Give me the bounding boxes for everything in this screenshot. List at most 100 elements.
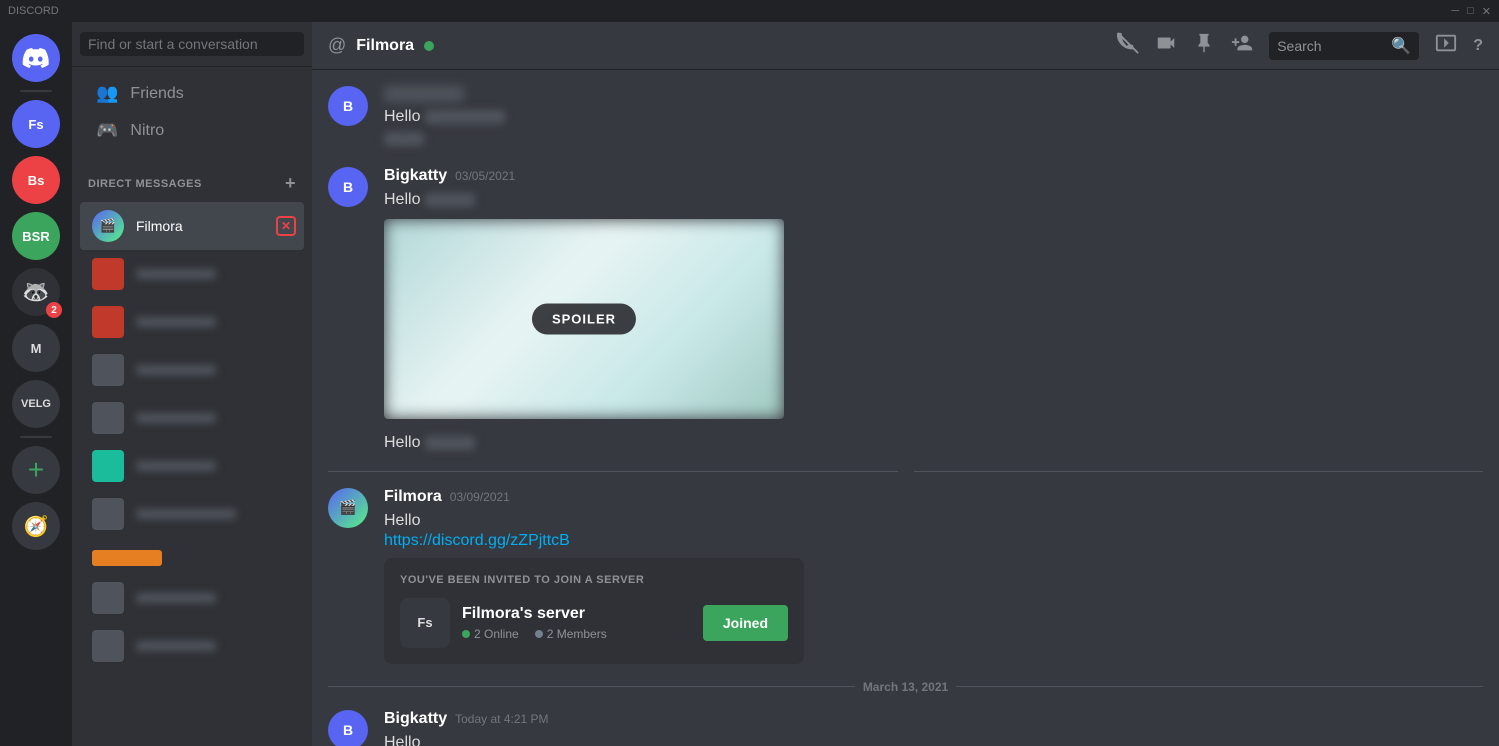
message-author-filmora: Filmora	[384, 488, 442, 506]
dm-item-blurred-8[interactable]	[80, 574, 304, 622]
dm-list: 🎬 Filmora ✕	[72, 198, 312, 746]
spoiler-container[interactable]: SPOILER	[384, 219, 784, 419]
dm-name-blurred-2	[136, 317, 216, 327]
dm-color-blurred-7	[92, 550, 162, 566]
dm-name-blurred-4	[136, 413, 216, 423]
invite-card: YOU'VE BEEN INVITED TO JOIN A SERVER Fs …	[384, 558, 804, 664]
video-icon[interactable]	[1155, 32, 1177, 59]
dm-avatar-blurred-4	[92, 402, 124, 434]
close-button[interactable]: ✕	[1482, 5, 1491, 18]
server-separator	[20, 90, 52, 92]
blurred-text-bigkatty	[425, 193, 475, 207]
nitro-nav-item[interactable]: 🎮 Nitro	[80, 112, 304, 149]
add-server-button[interactable]: +	[12, 446, 60, 494]
dm-name-blurred-1	[136, 269, 216, 279]
app-title: DISCORD	[8, 5, 59, 17]
dm-item-blurred-9[interactable]	[80, 622, 304, 670]
chat-messages: B Hello B	[312, 70, 1499, 746]
message-content-filmora: Filmora 03/09/2021 Hello https://discord…	[384, 488, 1483, 664]
divider-line-right	[914, 471, 1484, 472]
dm-nav: 👥 Friends 🎮 Nitro	[72, 67, 312, 157]
dm-section-header: DIRECT MESSAGES +	[72, 157, 312, 198]
home-button[interactable]	[12, 34, 60, 82]
dm-item-filmora[interactable]: 🎬 Filmora ✕	[80, 202, 304, 250]
search-icon: 🔍	[1391, 36, 1411, 56]
pinned-icon[interactable]	[1193, 32, 1215, 59]
dm-avatar-blurred-5	[92, 450, 124, 482]
message-text-after-spoiler: Hello	[384, 432, 1483, 454]
friends-label: Friends	[130, 85, 183, 103]
title-bar: DISCORD ─ □ ✕	[0, 0, 1499, 22]
dm-item-blurred-4[interactable]	[80, 394, 304, 442]
server-bsr[interactable]: BSR	[12, 212, 60, 260]
dm-item-blurred-2[interactable]	[80, 298, 304, 346]
message-row-bigkatty: B Bigkatty 03/05/2021 Hello SPOILER	[328, 167, 1483, 455]
nitro-icon: 🎮	[96, 120, 118, 141]
server-m[interactable]: M	[12, 324, 60, 372]
notification-badge: 2	[46, 302, 62, 318]
friends-nav-item[interactable]: 👥 Friends	[80, 75, 304, 112]
joined-button[interactable]: Joined	[703, 605, 788, 641]
message-timestamp-bigkatty-2: Today at 4:21 PM	[455, 712, 548, 726]
server-velg[interactable]: VELG	[12, 380, 60, 428]
invite-label: YOU'VE BEEN INVITED TO JOIN A SERVER	[400, 574, 788, 586]
dm-avatar-filmora: 🎬	[92, 210, 124, 242]
channel-name: Filmora	[356, 37, 414, 55]
dm-name-filmora: Filmora	[136, 218, 264, 234]
help-icon[interactable]: ?	[1473, 37, 1483, 55]
online-status-dot	[424, 41, 434, 51]
message-search-bar: 🔍	[1269, 32, 1419, 60]
message-row-filmora: 🎬 Filmora 03/09/2021 Hello https://disco…	[328, 488, 1483, 664]
date-divider-march9	[328, 471, 1483, 472]
invite-stats: 2 Online 2 Members	[462, 627, 691, 641]
dm-item-blurred-1[interactable]	[80, 250, 304, 298]
dm-sidebar: 👥 Friends 🎮 Nitro DIRECT MESSAGES + 🎬 Fi…	[72, 22, 312, 746]
message-content: Hello	[384, 86, 1483, 151]
message-text-bigkatty-2: Hello	[384, 732, 1483, 746]
message-header	[384, 86, 1483, 102]
dm-avatar-blurred-1	[92, 258, 124, 290]
dm-close-filmora[interactable]: ✕	[276, 216, 296, 236]
chat-header-right: 🔍 ?	[1117, 32, 1483, 60]
message-avatar-bigkatty-2: B	[328, 710, 368, 746]
spoiler-button[interactable]: SPOILER	[532, 304, 636, 335]
invite-link[interactable]: https://discord.gg/zZPjttcB	[384, 532, 570, 549]
message-author-bigkatty-2: Bigkatty	[384, 710, 447, 728]
online-dot	[462, 630, 470, 638]
dm-name-blurred-3	[136, 365, 216, 375]
message-text-bigkatty: Hello	[384, 189, 1483, 211]
dm-item-blurred-5[interactable]	[80, 442, 304, 490]
minimize-button[interactable]: ─	[1451, 5, 1459, 18]
explore-button[interactable]: 🧭	[12, 502, 60, 550]
maximize-button[interactable]: □	[1467, 5, 1474, 18]
dm-section-title: DIRECT MESSAGES	[88, 178, 202, 190]
blurred-text-2	[384, 132, 424, 146]
message-header-filmora: Filmora 03/09/2021	[384, 488, 1483, 506]
screen-share-icon[interactable]	[1435, 32, 1457, 59]
message-text: Hello	[384, 106, 1483, 128]
server-sidebar: Fs Bs BSR 🦝 2 M VELG + 🧭	[0, 22, 72, 746]
dm-search-input[interactable]	[80, 32, 304, 56]
dm-avatar-blurred-3	[92, 354, 124, 386]
add-dm-button[interactable]: +	[285, 173, 296, 194]
server-animal-wrapper: 🦝 2	[12, 268, 60, 316]
divider-line-right-2	[956, 686, 1483, 687]
invite-server-icon: Fs	[400, 598, 450, 648]
server-fs[interactable]: Fs	[12, 100, 60, 148]
date-divider-march13: March 13, 2021	[328, 680, 1483, 694]
server-bs[interactable]: Bs	[12, 156, 60, 204]
message-avatar: B	[328, 86, 368, 126]
chat-area: @ Filmora 🔍	[312, 22, 1499, 746]
add-friend-icon[interactable]	[1231, 32, 1253, 59]
dm-item-blurred-6[interactable]	[80, 490, 304, 538]
dm-item-blurred-7[interactable]	[80, 538, 304, 574]
dm-item-blurred-3[interactable]	[80, 346, 304, 394]
message-search-input[interactable]	[1277, 38, 1383, 54]
nitro-label: Nitro	[130, 122, 164, 140]
members-dot	[535, 630, 543, 638]
invite-body: Fs Filmora's server 2 Online	[400, 598, 788, 648]
dm-name-blurred-8	[136, 593, 216, 603]
member-count: 2 Members	[547, 627, 607, 641]
phone-off-icon[interactable]	[1117, 32, 1139, 59]
message-timestamp-filmora: 03/09/2021	[450, 490, 510, 504]
